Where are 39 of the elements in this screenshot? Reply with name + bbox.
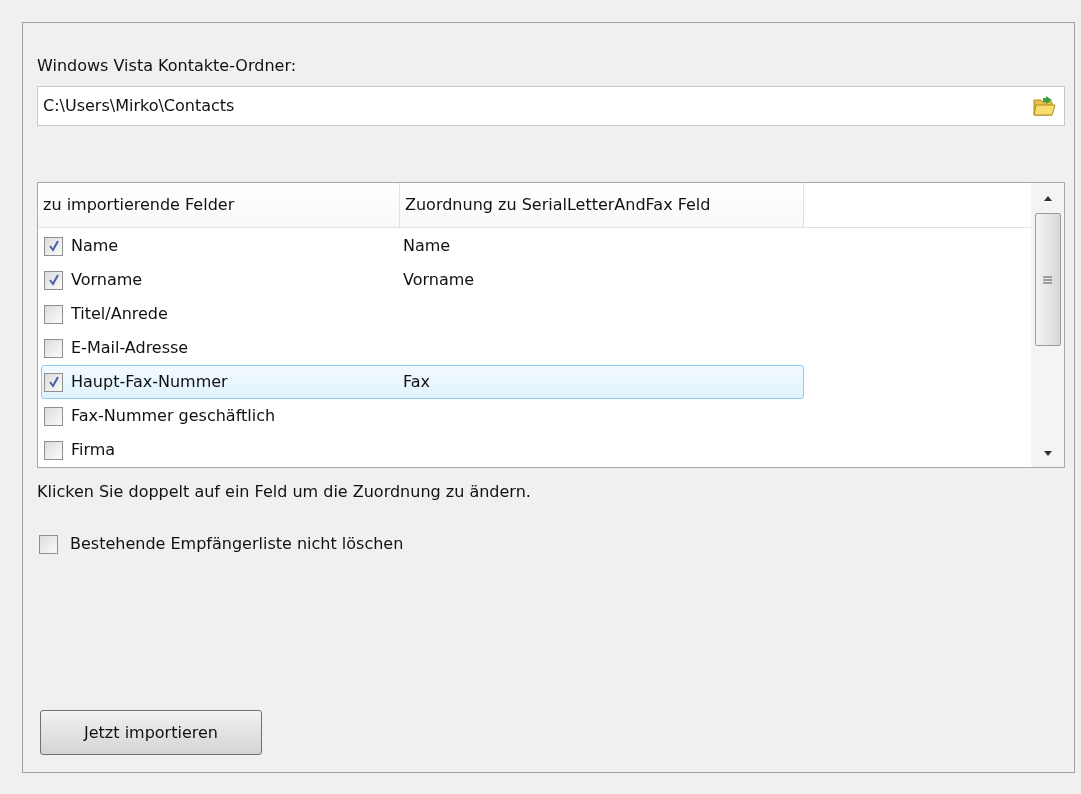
- checkbox[interactable]: [39, 534, 58, 554]
- list-row[interactable]: Vorname Vorname: [41, 263, 804, 297]
- import-button[interactable]: Jetzt importieren: [40, 710, 262, 755]
- field-name: Vorname: [71, 269, 143, 291]
- list-row[interactable]: Fax-Nummer geschäftlich: [41, 399, 804, 433]
- checkbox[interactable]: [44, 406, 63, 426]
- list-row[interactable]: Titel/Anrede: [41, 297, 804, 331]
- checkbox[interactable]: [44, 338, 63, 358]
- checkbox-label[interactable]: Bestehende Empfängerliste nicht löschen: [70, 532, 404, 556]
- field-mapping: Vorname: [402, 269, 475, 291]
- check-icon: [47, 376, 60, 388]
- grip-icon: [1043, 275, 1052, 284]
- column-header[interactable]: zu importierende Felder: [38, 183, 400, 227]
- field-mapping: Name: [402, 235, 451, 257]
- field-name: Name: [71, 235, 119, 257]
- field-name: Fax-Nummer geschäftlich: [71, 405, 276, 427]
- list-row[interactable]: Firma: [41, 433, 804, 467]
- checkbox[interactable]: [44, 372, 63, 392]
- checkbox[interactable]: [44, 236, 63, 256]
- check-icon: [47, 240, 60, 252]
- field-name: Titel/Anrede: [71, 303, 168, 325]
- hint-text: Klicken Sie doppelt auf ein Feld um die Zuordnung zu ändern.: [37, 482, 532, 502]
- folder-label: Windows Vista Kontakte-Ordner:: [37, 56, 298, 76]
- checkbox[interactable]: [44, 440, 63, 460]
- list-row[interactable]: Haupt-Fax-Nummer Fax: [41, 365, 804, 399]
- folder-field[interactable]: C:\Users\Mirko\Contacts: [37, 86, 1065, 126]
- field-mapping: Fax: [402, 371, 430, 393]
- folder-icon[interactable]: [1032, 94, 1056, 118]
- check-icon: [47, 274, 60, 286]
- field-name: E-Mail-Adresse: [71, 337, 189, 359]
- checkbox[interactable]: [44, 270, 63, 290]
- list-row[interactable]: E-Mail-Adresse: [41, 331, 804, 365]
- field-name: Firma: [71, 439, 116, 461]
- scrollbar[interactable]: [1031, 183, 1064, 467]
- checkbox[interactable]: [44, 304, 63, 324]
- column-header[interactable]: Zuordnung zu SerialLetterAndFax Feld: [400, 183, 804, 227]
- list-row[interactable]: Name Name: [41, 229, 804, 263]
- scroll-thumb[interactable]: [1034, 213, 1061, 346]
- field-name: Haupt-Fax-Nummer: [71, 371, 228, 393]
